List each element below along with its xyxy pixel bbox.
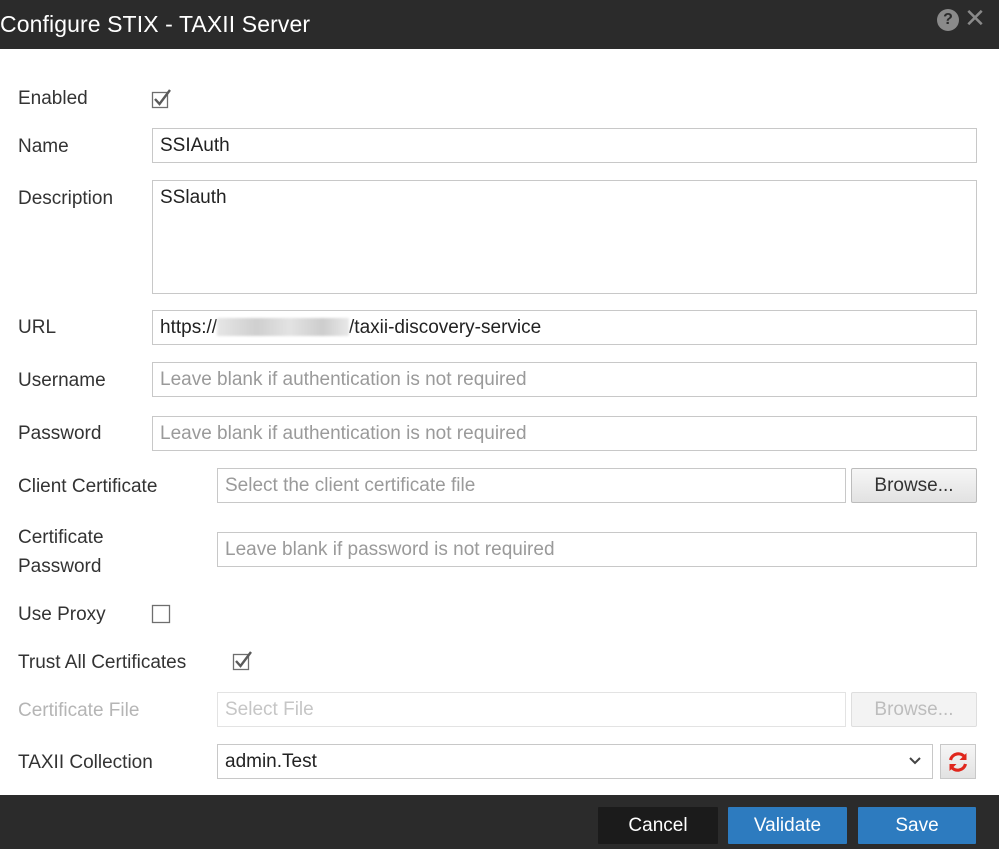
enabled-checkbox[interactable]	[151, 87, 173, 109]
url-prefix: https://	[160, 317, 218, 338]
use-proxy-label: Use Proxy	[18, 604, 106, 625]
trust-all-certificates-checkbox[interactable]	[232, 649, 254, 671]
dialog-footer: Cancel Validate Save	[0, 795, 999, 849]
taxii-collection-label: TAXII Collection	[18, 752, 153, 773]
enabled-label: Enabled	[18, 88, 88, 109]
taxii-collection-value: admin.Test	[225, 751, 317, 772]
refresh-collections-button[interactable]	[940, 744, 976, 779]
dialog-titlebar: Configure STIX - TAXII Server ? ✕	[0, 0, 999, 49]
redacted-host	[217, 318, 350, 336]
trust-all-certificates-label: Trust All Certificates	[18, 652, 187, 673]
client-certificate-label: Client Certificate	[18, 476, 158, 497]
dialog-body: Enabled Name SSIAuth Description SSlauth…	[0, 49, 999, 795]
url-input[interactable]: https:// /taxii-discovery-service	[152, 310, 977, 345]
checkmark-icon	[232, 651, 252, 671]
username-label: Username	[18, 370, 106, 391]
validate-button[interactable]: Validate	[728, 807, 847, 844]
client-certificate-browse-button[interactable]: Browse...	[851, 468, 977, 503]
help-icon[interactable]: ?	[937, 9, 959, 31]
taxii-collection-select[interactable]: admin.Test	[217, 744, 933, 779]
cancel-button[interactable]: Cancel	[598, 807, 718, 844]
url-label: URL	[18, 317, 57, 338]
configure-taxii-dialog: Configure STIX - TAXII Server ? ✕ Enable…	[0, 0, 999, 849]
certificate-password-label-line1: Certificate	[18, 527, 104, 548]
certificate-file-label: Certificate File	[18, 700, 140, 721]
name-input[interactable]: SSIAuth	[152, 128, 977, 163]
close-icon[interactable]: ✕	[962, 5, 988, 31]
use-proxy-checkbox[interactable]	[151, 602, 173, 624]
description-textarea[interactable]: SSlauth	[152, 180, 977, 294]
description-label: Description	[18, 188, 114, 209]
checkmark-icon	[151, 89, 171, 109]
chevron-down-icon	[909, 757, 921, 765]
certificate-file-browse-button: Browse...	[851, 692, 977, 727]
dialog-title: Configure STIX - TAXII Server	[0, 11, 311, 37]
url-suffix: /taxii-discovery-service	[349, 317, 542, 338]
certificate-password-label-line2: Password	[18, 556, 102, 577]
certificate-password-input[interactable]: Leave blank if password is not required	[217, 532, 977, 567]
checkbox-empty-icon	[151, 604, 171, 624]
save-button[interactable]: Save	[858, 807, 976, 844]
username-input[interactable]: Leave blank if authentication is not req…	[152, 362, 977, 397]
name-label: Name	[18, 136, 69, 157]
refresh-icon	[948, 752, 968, 772]
certificate-file-input: Select File	[217, 692, 846, 727]
password-label: Password	[18, 423, 102, 444]
password-input[interactable]: Leave blank if authentication is not req…	[152, 416, 977, 451]
client-certificate-input[interactable]: Select the client certificate file	[217, 468, 846, 503]
